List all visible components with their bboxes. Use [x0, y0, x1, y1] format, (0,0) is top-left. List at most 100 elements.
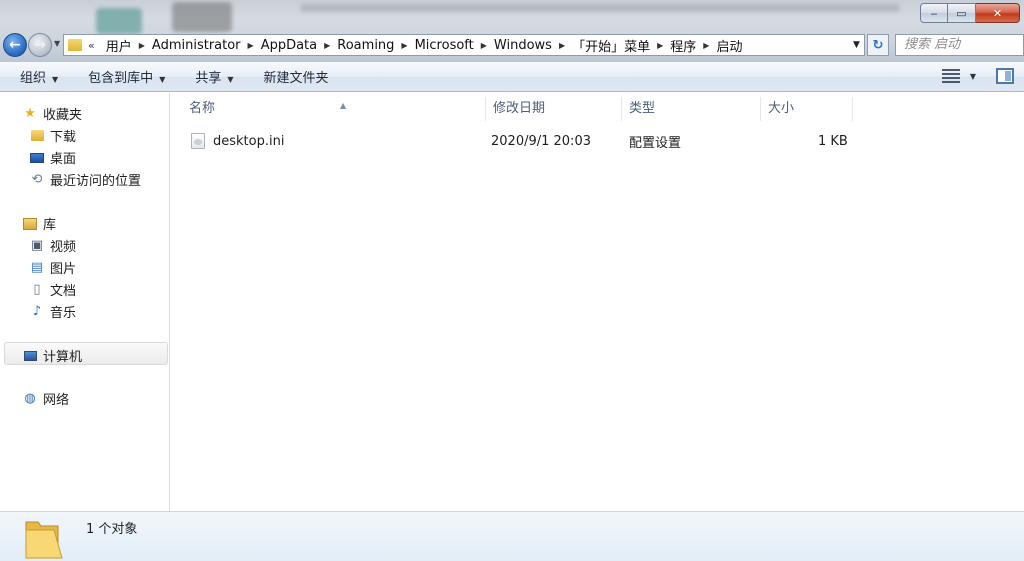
- recent-places-icon: ⟲: [31, 172, 43, 187]
- picture-icon: ▤: [30, 260, 44, 275]
- nav-network[interactable]: ◍ 网络: [22, 389, 69, 408]
- details-pane: [0, 511, 1024, 561]
- breadcrumb-separator-icon[interactable]: ▶: [477, 41, 491, 50]
- glass-blur-shape: [96, 8, 142, 34]
- music-icon: ♪: [32, 304, 42, 319]
- nav-downloads-label: 下载: [50, 130, 77, 145]
- nav-favorites[interactable]: ★ 收藏夹: [22, 104, 82, 123]
- refresh-button[interactable]: ↻: [867, 34, 889, 56]
- breadcrumb-separator-icon[interactable]: ▶: [653, 41, 667, 50]
- include-in-library-label: 包含到库中: [88, 71, 154, 86]
- search-input[interactable]: 搜索 启动: [895, 34, 1024, 56]
- arrow-right-icon: →: [34, 37, 46, 53]
- nav-downloads[interactable]: 下载: [29, 126, 76, 145]
- nav-documents[interactable]: ▯ 文档: [29, 280, 76, 299]
- breadcrumb-start-menu[interactable]: 「开始」菜单: [569, 36, 653, 55]
- close-button[interactable]: ✕: [976, 3, 1020, 23]
- column-header-name-label: 名称: [189, 101, 216, 116]
- nav-music-label: 音乐: [50, 306, 77, 321]
- chevron-down-icon: ▼: [52, 75, 59, 84]
- column-header-date-modified[interactable]: 修改日期: [486, 97, 622, 121]
- chevron-down-icon: ▼: [159, 75, 166, 84]
- glass-blur-shape: [300, 4, 900, 12]
- change-view-button[interactable]: [941, 69, 960, 83]
- breadcrumb-separator-icon[interactable]: ▶: [244, 41, 258, 50]
- file-name: desktop.ini: [213, 133, 285, 149]
- breadcrumb-roaming[interactable]: Roaming: [334, 38, 397, 53]
- refresh-icon: ↻: [872, 37, 884, 53]
- forward-button[interactable]: →: [28, 33, 52, 57]
- file-type: 配置设置: [629, 135, 682, 151]
- view-options-dropdown[interactable]: ▼: [970, 72, 976, 81]
- navigation-pane: ★ 收藏夹 下载 桌面 ⟲ 最近访问的位置 库 ▣ 视频 ▤ 图片 ▯ 文档 ♪…: [0, 93, 170, 511]
- organize-label: 组织: [20, 71, 47, 86]
- recent-pages-dropdown[interactable]: ▼: [54, 39, 60, 48]
- address-history-dropdown[interactable]: ▼: [853, 40, 860, 50]
- desktop-icon: [29, 150, 45, 166]
- sort-ascending-icon: ▲: [340, 101, 347, 110]
- breadcrumb-startup[interactable]: 启动: [713, 36, 745, 55]
- video-icon: ▣: [30, 238, 44, 253]
- new-folder-button[interactable]: 新建文件夹: [254, 67, 339, 86]
- star-icon: ★: [24, 106, 36, 121]
- nav-music[interactable]: ♪ 音乐: [29, 302, 76, 321]
- command-toolbar: 组织 ▼ 包含到库中 ▼ 共享 ▼ 新建文件夹 ▼: [0, 62, 1024, 92]
- preview-pane-button[interactable]: [996, 68, 1014, 84]
- nav-libraries[interactable]: 库: [22, 214, 56, 233]
- share-label: 共享: [195, 71, 222, 86]
- nav-desktop-label: 桌面: [50, 152, 77, 167]
- nav-recent-places[interactable]: ⟲ 最近访问的位置: [29, 170, 141, 189]
- library-icon: [22, 216, 38, 232]
- breadcrumb-separator-icon[interactable]: ▶: [555, 41, 569, 50]
- document-icon: ▯: [33, 282, 41, 297]
- organize-menu[interactable]: 组织 ▼: [10, 67, 68, 86]
- table-row[interactable]: desktop.ini 2020/9/1 20:03 配置设置 1 KB: [181, 130, 851, 152]
- breadcrumb-separator-icon[interactable]: ▶: [320, 41, 334, 50]
- chevron-down-icon: ▼: [227, 75, 234, 84]
- breadcrumb-separator-icon[interactable]: ▶: [397, 41, 411, 50]
- column-header-name[interactable]: 名称 ▲: [182, 97, 486, 121]
- breadcrumb-users[interactable]: 用户: [103, 36, 135, 55]
- downloads-folder-icon: [29, 128, 45, 144]
- status-item-count: 1 个对象: [86, 522, 138, 537]
- nav-pictures-label: 图片: [50, 262, 77, 277]
- nav-computer-label: 计算机: [43, 350, 83, 365]
- file-date-modified: 2020/9/1 20:03: [491, 133, 591, 149]
- nav-desktop[interactable]: 桌面: [29, 148, 76, 167]
- address-overflow-chevron[interactable]: «: [88, 39, 95, 52]
- include-in-library-menu[interactable]: 包含到库中 ▼: [78, 67, 175, 86]
- folder-icon: [68, 39, 82, 51]
- breadcrumb-separator-icon[interactable]: ▶: [699, 41, 713, 50]
- share-menu[interactable]: 共享 ▼: [185, 67, 243, 86]
- folder-large-icon: [24, 516, 64, 560]
- nav-network-label: 网络: [43, 393, 70, 408]
- breadcrumb-programs[interactable]: 程序: [667, 36, 699, 55]
- network-globe-icon: ◍: [24, 391, 36, 406]
- nav-documents-label: 文档: [50, 284, 77, 299]
- nav-recent-places-label: 最近访问的位置: [50, 174, 142, 189]
- breadcrumb-administrator[interactable]: Administrator: [149, 38, 244, 53]
- column-header-type[interactable]: 类型: [622, 97, 761, 121]
- breadcrumb-microsoft[interactable]: Microsoft: [412, 38, 477, 53]
- address-bar[interactable]: « 用户 ▶ Administrator ▶ AppData ▶ Roaming ▶ M…: [63, 34, 865, 56]
- column-header-size[interactable]: 大小: [761, 97, 853, 121]
- nav-favorites-label: 收藏夹: [43, 108, 83, 123]
- nav-computer[interactable]: 计算机: [22, 346, 82, 365]
- maximize-button[interactable]: ▭: [948, 3, 976, 23]
- minimize-button[interactable]: ‒: [920, 3, 948, 23]
- breadcrumb-appdata[interactable]: AppData: [258, 38, 320, 53]
- breadcrumb-separator-icon[interactable]: ▶: [135, 41, 149, 50]
- back-button[interactable]: ←: [3, 33, 27, 57]
- file-list-view: 名称 ▲ 修改日期 类型 大小 desktop.ini 2020/9/1 20:…: [171, 93, 1024, 511]
- file-size: 1 KB: [818, 133, 848, 149]
- arrow-left-icon: ←: [9, 37, 21, 53]
- breadcrumb-windows[interactable]: Windows: [491, 38, 555, 53]
- computer-icon: [22, 348, 38, 364]
- window-controls: ‒ ▭ ✕: [920, 3, 1020, 23]
- nav-videos[interactable]: ▣ 视频: [29, 236, 76, 255]
- nav-pictures[interactable]: ▤ 图片: [29, 258, 76, 277]
- nav-videos-label: 视频: [50, 240, 77, 255]
- glass-blur-shape: [172, 2, 232, 32]
- nav-libraries-label: 库: [43, 218, 57, 233]
- toolbar-right-group: ▼: [941, 68, 1014, 84]
